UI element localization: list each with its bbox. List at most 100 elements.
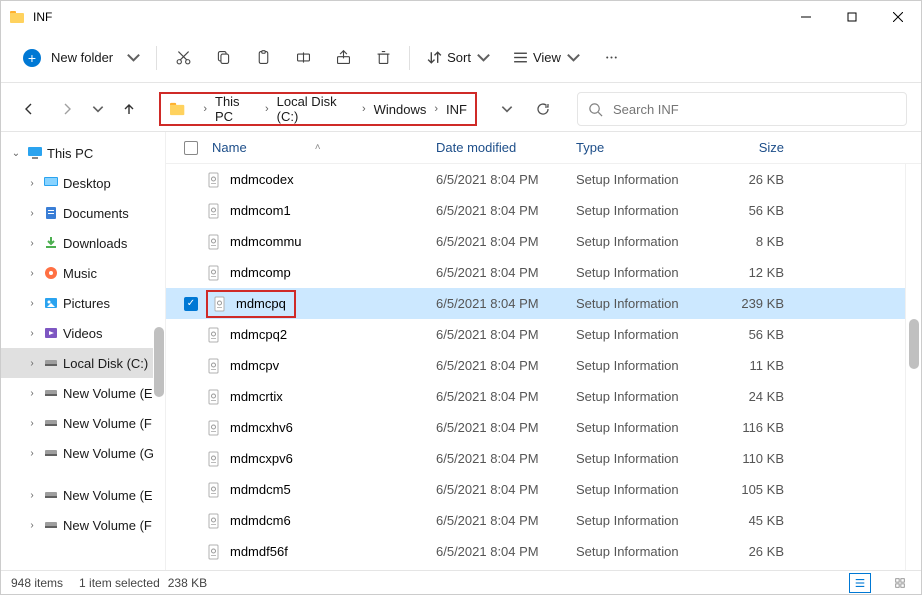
sort-button[interactable]: Sort: [416, 40, 502, 76]
file-row[interactable]: mdmcrtix 6/5/2021 8:04 PM Setup Informat…: [166, 381, 921, 412]
history-dropdown[interactable]: [493, 95, 521, 123]
select-all-checkbox[interactable]: [184, 141, 198, 155]
column-date[interactable]: Date modified: [426, 140, 566, 155]
sidebar-item[interactable]: › Local Disk (C:): [1, 348, 165, 378]
breadcrumb-item[interactable]: INF: [446, 102, 467, 117]
file-icon: [206, 358, 222, 374]
expand-icon[interactable]: ›: [25, 490, 39, 501]
file-row[interactable]: mdmcxhv6 6/5/2021 8:04 PM Setup Informat…: [166, 412, 921, 443]
breadcrumb-item[interactable]: Local Disk (C:): [277, 94, 354, 124]
sidebar-item[interactable]: › New Volume (G:): [1, 438, 165, 468]
file-row[interactable]: mdmcpq2 6/5/2021 8:04 PM Setup Informati…: [166, 319, 921, 350]
sidebar-item[interactable]: › New Volume (E:): [1, 480, 165, 510]
share-button[interactable]: [323, 40, 363, 76]
expand-icon[interactable]: ›: [25, 208, 39, 219]
close-button[interactable]: [875, 1, 921, 33]
row-checkbox[interactable]: ✓: [184, 297, 198, 311]
file-name: mdmcxhv6: [230, 420, 293, 435]
up-button[interactable]: [115, 95, 143, 123]
file-date: 6/5/2021 8:04 PM: [426, 265, 566, 280]
expand-icon[interactable]: ›: [25, 388, 39, 399]
copy-button[interactable]: [203, 40, 243, 76]
search-box[interactable]: [577, 92, 907, 126]
disk-icon: [43, 445, 59, 461]
file-date: 6/5/2021 8:04 PM: [426, 234, 566, 249]
breadcrumb-item[interactable]: Windows: [374, 102, 427, 117]
file-row[interactable]: mdmdcm6 6/5/2021 8:04 PM Setup Informati…: [166, 505, 921, 536]
sidebar-item[interactable]: › Videos: [1, 318, 165, 348]
sidebar-item[interactable]: › Pictures: [1, 288, 165, 318]
scroll-thumb[interactable]: [154, 327, 164, 397]
file-date: 6/5/2021 8:04 PM: [426, 296, 566, 311]
file-scrollbar[interactable]: [905, 164, 921, 570]
file-row[interactable]: mdmcxpv6 6/5/2021 8:04 PM Setup Informat…: [166, 443, 921, 474]
recent-button[interactable]: [91, 95, 105, 123]
sidebar-scrollbar[interactable]: [153, 132, 165, 570]
details-view-button[interactable]: [849, 573, 871, 593]
file-row[interactable]: mdmcodex 6/5/2021 8:04 PM Setup Informat…: [166, 164, 921, 195]
sidebar-item[interactable]: › New Volume (F:): [1, 408, 165, 438]
scroll-thumb[interactable]: [909, 319, 919, 369]
file-size: 24 KB: [691, 389, 796, 404]
search-input[interactable]: [613, 102, 896, 117]
column-type[interactable]: Type: [566, 140, 691, 155]
back-button[interactable]: [15, 95, 43, 123]
expand-icon[interactable]: ›: [25, 268, 39, 279]
toolbar: + New folder Sort View: [1, 33, 921, 83]
breadcrumb-item[interactable]: This PC: [215, 94, 257, 124]
thumbnails-view-button[interactable]: [889, 573, 911, 593]
minimize-button[interactable]: [783, 1, 829, 33]
more-button[interactable]: [592, 40, 632, 76]
file-row[interactable]: mdmcommu 6/5/2021 8:04 PM Setup Informat…: [166, 226, 921, 257]
column-size[interactable]: Size: [691, 140, 796, 155]
new-folder-label: New folder: [51, 50, 113, 65]
file-name: mdmdf56f: [230, 544, 288, 559]
monitor-icon: [27, 145, 43, 161]
file-name: mdmcpq: [236, 296, 286, 311]
expand-icon[interactable]: ›: [25, 448, 39, 459]
sidebar-item-label: Desktop: [63, 176, 111, 191]
file-icon: [206, 482, 222, 498]
chevron-right-icon: ›: [265, 103, 269, 115]
sidebar-item-label: Downloads: [63, 236, 127, 251]
file-row[interactable]: ✓mdmcpq 6/5/2021 8:04 PM Setup Informati…: [166, 288, 921, 319]
expand-icon[interactable]: ›: [25, 328, 39, 339]
refresh-button[interactable]: [529, 95, 557, 123]
file-row[interactable]: mdmcpv 6/5/2021 8:04 PM Setup Informatio…: [166, 350, 921, 381]
paste-button[interactable]: [243, 40, 283, 76]
expand-icon[interactable]: ›: [25, 358, 39, 369]
expand-icon[interactable]: ›: [25, 178, 39, 189]
file-row[interactable]: mdmcomp 6/5/2021 8:04 PM Setup Informati…: [166, 257, 921, 288]
forward-button[interactable]: [53, 95, 81, 123]
file-row[interactable]: mdmcom1 6/5/2021 8:04 PM Setup Informati…: [166, 195, 921, 226]
rename-button[interactable]: [283, 40, 323, 76]
expand-icon[interactable]: ›: [25, 238, 39, 249]
sidebar-item-label: New Volume (F:): [63, 416, 160, 431]
file-date: 6/5/2021 8:04 PM: [426, 358, 566, 373]
delete-button[interactable]: [363, 40, 403, 76]
sidebar-item[interactable]: › Downloads: [1, 228, 165, 258]
file-icon: [206, 234, 222, 250]
address-bar[interactable]: › This PC › Local Disk (C:) › Windows › …: [159, 92, 477, 126]
new-folder-button[interactable]: + New folder: [13, 40, 150, 76]
sidebar-item[interactable]: ⌄ This PC: [1, 138, 165, 168]
column-name[interactable]: Name ˄: [166, 140, 426, 155]
expand-icon[interactable]: ⌄: [9, 148, 23, 159]
file-row[interactable]: mdmdcm5 6/5/2021 8:04 PM Setup Informati…: [166, 474, 921, 505]
file-size: 8 KB: [691, 234, 796, 249]
file-date: 6/5/2021 8:04 PM: [426, 482, 566, 497]
view-button[interactable]: View: [502, 40, 592, 76]
status-item-count: 948 items: [11, 576, 63, 590]
sidebar-item[interactable]: › Music: [1, 258, 165, 288]
expand-icon[interactable]: ›: [25, 298, 39, 309]
cut-button[interactable]: [163, 40, 203, 76]
sidebar-item[interactable]: › New Volume (E:): [1, 378, 165, 408]
sidebar-item[interactable]: › Documents: [1, 198, 165, 228]
expand-icon[interactable]: ›: [25, 418, 39, 429]
file-row[interactable]: mdmdf56f 6/5/2021 8:04 PM Setup Informat…: [166, 536, 921, 567]
maximize-button[interactable]: [829, 1, 875, 33]
expand-icon[interactable]: ›: [25, 520, 39, 531]
file-name: mdmcpq2: [230, 327, 287, 342]
sidebar-item[interactable]: › New Volume (F:): [1, 510, 165, 540]
sidebar-item[interactable]: › Desktop: [1, 168, 165, 198]
